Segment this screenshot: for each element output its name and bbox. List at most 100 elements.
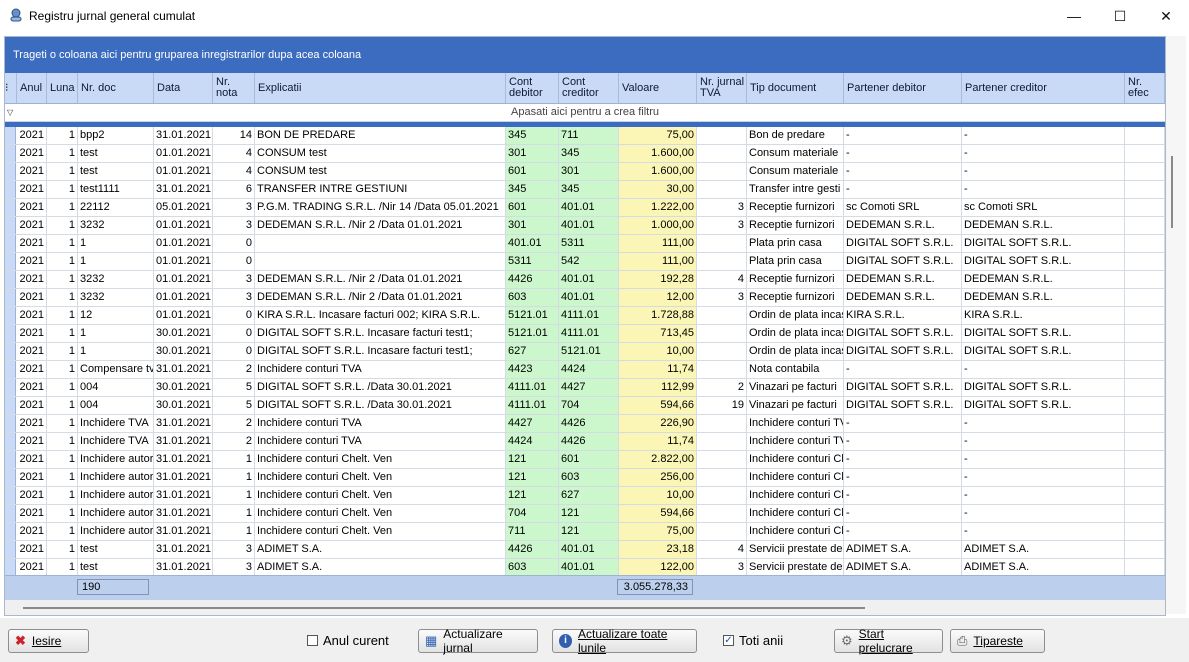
table-cell[interactable]: 2021 [17,235,47,252]
table-cell[interactable]: - [962,181,1125,198]
table-cell[interactable]: 2021 [17,505,47,522]
table-cell[interactable]: 1 [47,469,78,486]
table-cell[interactable]: 401.01 [506,235,559,252]
table-cell[interactable]: - [844,127,962,144]
table-cell[interactable]: 2021 [17,343,47,360]
table-cell[interactable]: DIGITAL SOFT S.R.L. [844,253,962,270]
exit-button[interactable]: ✖ Iesire [8,629,89,653]
table-cell[interactable]: 121 [506,469,559,486]
table-cell[interactable]: 31.01.2021 [154,487,213,504]
table-cell[interactable]: bpp2 [78,127,154,144]
table-cell[interactable]: 2021 [17,559,47,575]
table-cell[interactable] [1125,541,1165,558]
table-cell[interactable]: 01.01.2021 [154,307,213,324]
table-cell[interactable]: 594,66 [619,397,697,414]
table-cell[interactable]: 401.01 [559,289,619,306]
table-cell[interactable] [1125,307,1165,324]
table-cell[interactable] [1125,199,1165,216]
table-row[interactable]: 2021 1 1 30.01.2021 0 DIGITAL SOFT S.R.L. Inc… [5,343,1165,361]
row-selector[interactable] [5,361,16,378]
table-cell[interactable] [697,253,747,270]
table-cell[interactable]: 23,18 [619,541,697,558]
column-header[interactable]: Nr. nota [213,73,255,103]
table-cell[interactable]: DIGITAL SOFT S.R.L. /Data 30.01.2021 [255,397,506,414]
table-row[interactable]: 2021 1 test 31.01.2021 3 ADIMET S.A. 4426 401.0… [5,541,1165,559]
table-cell[interactable]: test [78,541,154,558]
table-cell[interactable]: Inchidere TVA [78,415,154,432]
table-cell[interactable]: 301 [559,163,619,180]
table-cell[interactable]: 121 [559,523,619,540]
table-row[interactable]: 2021 1 1 01.01.2021 0 401.01 5311 111,00 Plata p… [5,235,1165,253]
row-selector-header[interactable]: ⁝ [5,73,17,103]
table-cell[interactable]: ADIMET S.A. [255,541,506,558]
table-cell[interactable]: 4 [213,163,255,180]
table-cell[interactable]: 2021 [17,523,47,540]
table-cell[interactable]: TRANSFER INTRE GESTIUNI [255,181,506,198]
table-cell[interactable]: 3232 [78,289,154,306]
table-cell[interactable]: DIGITAL SOFT S.R.L. [844,235,962,252]
table-cell[interactable]: 4426 [559,433,619,450]
table-cell[interactable]: 31.01.2021 [154,541,213,558]
table-cell[interactable]: ADIMET S.A. [844,541,962,558]
table-cell[interactable] [697,523,747,540]
table-cell[interactable]: DEDEMAN S.R.L. [962,271,1125,288]
table-cell[interactable]: 3 [213,289,255,306]
table-cell[interactable]: 4111.01 [506,379,559,396]
row-selector[interactable] [5,523,16,540]
table-cell[interactable]: 2021 [17,487,47,504]
table-cell[interactable]: CONSUM test [255,163,506,180]
table-cell[interactable]: 2021 [17,397,47,414]
horizontal-scroll-thumb[interactable] [23,607,865,609]
table-cell[interactable]: DEDEMAN S.R.L. /Nir 2 /Data 01.01.2021 [255,289,506,306]
table-cell[interactable]: 31.01.2021 [154,469,213,486]
table-cell[interactable] [697,307,747,324]
table-cell[interactable]: 4423 [506,361,559,378]
table-cell[interactable] [1125,181,1165,198]
table-cell[interactable]: 4426 [506,271,559,288]
table-cell[interactable]: 121 [506,487,559,504]
row-selector[interactable] [5,181,16,198]
table-cell[interactable] [697,181,747,198]
table-cell[interactable]: 1 [47,397,78,414]
table-cell[interactable]: 10,00 [619,343,697,360]
table-cell[interactable]: 1 [47,271,78,288]
table-cell[interactable]: 3 [697,289,747,306]
table-cell[interactable]: 3 [213,199,255,216]
table-cell[interactable]: CONSUM test [255,145,506,162]
table-cell[interactable]: Compensare tv [78,361,154,378]
table-cell[interactable]: 192,28 [619,271,697,288]
table-cell[interactable]: 01.01.2021 [154,253,213,270]
table-row[interactable]: 2021 1 Inchidere autor 31.01.2021 1 Inchidere… [5,523,1165,541]
table-cell[interactable]: 2 [213,433,255,450]
table-cell[interactable]: DIGITAL SOFT S.R.L. [844,325,962,342]
table-cell[interactable]: test [78,145,154,162]
table-cell[interactable] [1125,523,1165,540]
table-cell[interactable]: 401.01 [559,559,619,575]
table-cell[interactable] [697,469,747,486]
table-cell[interactable]: 01.01.2021 [154,217,213,234]
table-cell[interactable]: 704 [559,397,619,414]
filter-row[interactable]: ▽ Apasati aici pentru a crea filtru [5,104,1165,122]
horizontal-scrollbar[interactable] [5,601,1165,615]
table-cell[interactable]: 05.01.2021 [154,199,213,216]
column-header[interactable]: Cont debitor [506,73,559,103]
table-cell[interactable]: 1 [47,433,78,450]
table-cell[interactable]: 31.01.2021 [154,523,213,540]
vertical-scrollbar[interactable] [1166,36,1186,614]
table-cell[interactable]: 3 [213,559,255,575]
row-selector[interactable] [5,127,16,144]
table-cell[interactable] [697,325,747,342]
table-row[interactable]: 2021 1 Inchidere autor 31.01.2021 1 Inchidere… [5,469,1165,487]
table-cell[interactable]: 345 [506,127,559,144]
table-cell[interactable]: 2021 [17,325,47,342]
row-selector[interactable] [5,559,16,575]
table-cell[interactable]: DEDEMAN S.R.L. /Nir 2 /Data 01.01.2021 [255,271,506,288]
table-cell[interactable]: 2021 [17,145,47,162]
table-cell[interactable]: Receptie furnizori [747,199,844,216]
table-cell[interactable]: - [844,145,962,162]
table-cell[interactable] [1125,415,1165,432]
table-cell[interactable]: sc Comoti SRL [844,199,962,216]
table-cell[interactable]: 1 [78,343,154,360]
table-cell[interactable]: Inchidere conturi Chelt. Ven [255,505,506,522]
row-selector[interactable] [5,307,16,324]
